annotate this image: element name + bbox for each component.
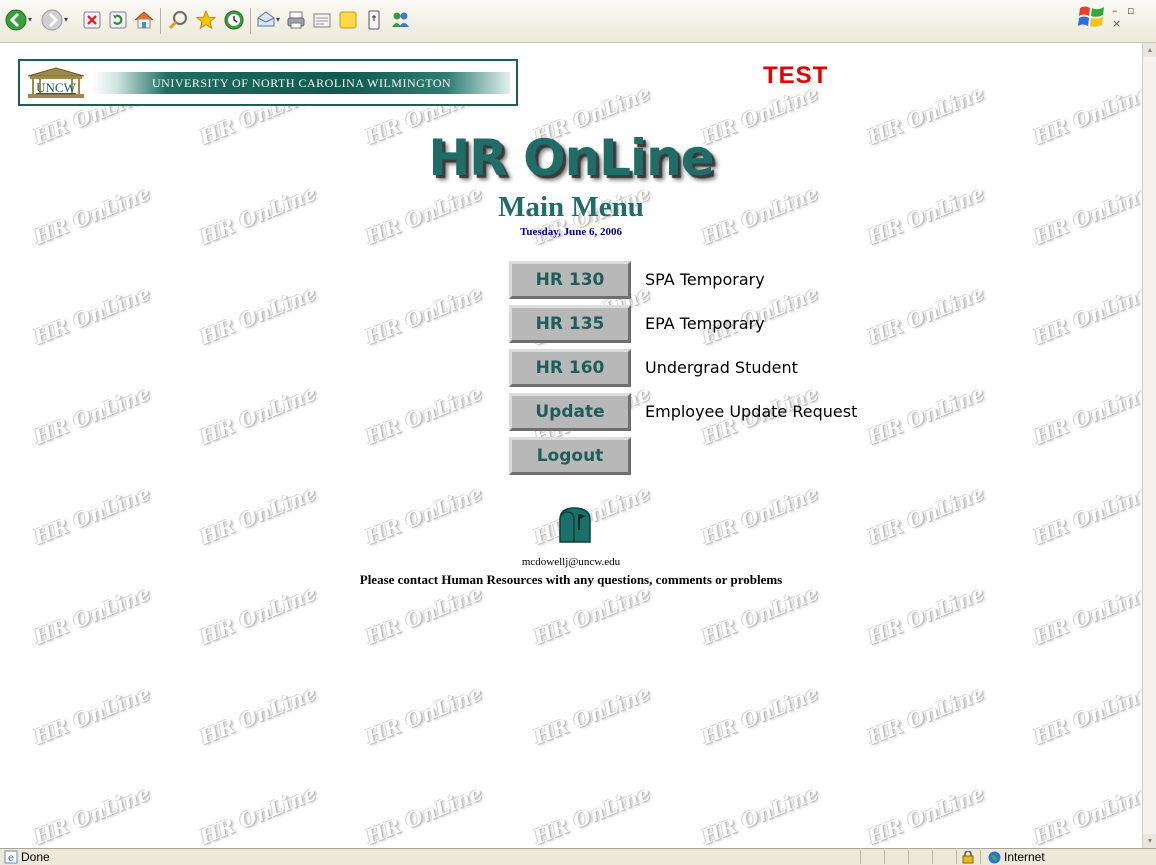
banner-university-name: UNIVERSITY OF NORTH CAROLINA WILMINGTON [152,76,452,90]
back-icon[interactable] [4,8,28,32]
contact-email[interactable]: mcdowellj@uncw.edu [0,556,1142,568]
uncw-logo-icon: UNCW [27,67,85,98]
toolbar-separator [160,8,161,34]
hr160-label: Undergrad Student [645,358,798,377]
page-subtitle: Main Menu [498,191,644,223]
forward-icon[interactable] [40,8,64,32]
uncw-banner[interactable]: UNCW UNIVERSITY OF NORTH CAROLINA WILMIN… [18,59,518,106]
status-divider [908,850,909,864]
watermark-text: HR OnLine [195,580,320,650]
contact-message: Please contact Human Resources with any … [359,572,783,587]
status-divider [980,850,981,864]
watermark-text: HR OnLine [29,680,154,750]
page-viewport: HR OnLine HR OnLine HR OnLine HR OnLine HR O… [0,43,1142,848]
mail-dropdown-icon[interactable]: ▾ [276,15,280,24]
watermark-text: HR OnLine [863,380,988,450]
watermark-text: HR OnLine [29,580,154,650]
mailbox-icon[interactable] [552,502,598,548]
globe-icon [988,851,1001,863]
watermark-text: HR OnLine [529,680,654,750]
hr130-button[interactable]: HR 130 [509,261,631,299]
hr160-button[interactable]: HR 160 [509,349,631,387]
test-environment-label: TEST [763,62,829,89]
watermark-text: HR OnLine [29,280,154,350]
hr135-button[interactable]: HR 135 [509,305,631,343]
vertical-scrollbar[interactable]: ▲ ▼ [1142,43,1156,848]
favorites-icon[interactable] [194,8,218,32]
hr135-label: EPA Temporary [645,314,765,333]
logout-button[interactable]: Logout [509,437,631,475]
discuss-icon[interactable] [336,8,360,32]
watermark-text: HR OnLine [195,280,320,350]
scroll-up-icon[interactable]: ▲ [1143,43,1156,57]
hr130-label: SPA Temporary [645,270,765,289]
watermark-text: HR OnLine [1029,380,1142,450]
svg-text:UNCW: UNCW [36,80,76,95]
watermark-text: HR OnLine [1029,780,1142,848]
search-icon[interactable] [166,8,190,32]
stop-icon[interactable] [80,8,104,32]
watermark-text: HR OnLine [195,380,320,450]
status-done: e Done [4,850,50,864]
watermark-text: HR OnLine [195,480,320,550]
back-dropdown-icon[interactable]: ▾ [28,15,32,24]
watermark-text: HR OnLine [29,480,154,550]
ie-page-icon: e [4,850,18,864]
watermark-text: HR OnLine [29,380,154,450]
research-icon[interactable] [362,8,386,32]
update-button[interactable]: Update [509,393,631,431]
status-divider [956,850,957,864]
status-divider [860,850,861,864]
watermark-text: HR OnLine [863,580,988,650]
home-icon[interactable] [132,8,156,32]
watermark-text: HR OnLine [361,580,486,650]
watermark-text: HR OnLine [1029,680,1142,750]
watermark-text: HR OnLine [863,680,988,750]
status-text: Done [21,850,50,864]
watermark-text: HR OnLine [361,680,486,750]
watermark-text: HR OnLine [195,680,320,750]
watermark-text: HR OnLine [29,780,154,848]
watermark-text: HR OnLine [863,480,988,550]
watermark-text: HR OnLine [361,280,486,350]
browser-toolbar: ▾ ▾ ▾ – ▫ × [0,0,1156,43]
refresh-icon[interactable] [106,8,130,32]
watermark-text: HR OnLine [697,580,822,650]
windows-logo-icon [1078,6,1104,27]
watermark-text: HR OnLine [697,480,822,550]
current-date: Tuesday, June 6, 2006 [520,226,622,238]
update-label: Employee Update Request [645,402,858,421]
watermark-text: HR OnLine [863,280,988,350]
watermark-text: HR OnLine [1029,280,1142,350]
svg-text:e: e [8,853,14,864]
history-icon[interactable] [222,8,246,32]
messenger-icon[interactable] [388,8,412,32]
watermark-text: HR OnLine [361,780,486,848]
print-icon[interactable] [284,8,308,32]
watermark-text: HR OnLine [361,380,486,450]
watermark-text: HR OnLine [863,780,988,848]
window-controls[interactable]: – ▫ × [1112,4,1156,30]
watermark-text: HR OnLine [195,780,320,848]
security-zone: Internet [988,850,1045,864]
edit-icon[interactable] [310,8,334,32]
watermark-text: HR OnLine [697,780,822,848]
watermark-text: HR OnLine [529,580,654,650]
watermark-text: HR OnLine [361,480,486,550]
watermark-text: HR OnLine [1029,480,1142,550]
watermark-text: HR OnLine [529,780,654,848]
watermark-text: HR OnLine [1029,580,1142,650]
lock-icon [962,851,974,864]
watermark-text: HR OnLine [697,680,822,750]
status-bar: e Done Internet [0,848,1156,865]
zone-text: Internet [1004,850,1045,864]
toolbar-separator [250,8,251,34]
forward-dropdown-icon[interactable]: ▾ [64,15,68,24]
scroll-down-icon[interactable]: ▼ [1143,834,1156,848]
status-divider [884,850,885,864]
page-title: HR OnLine [428,129,714,187]
status-divider [932,850,933,864]
mail-icon[interactable] [254,8,278,32]
